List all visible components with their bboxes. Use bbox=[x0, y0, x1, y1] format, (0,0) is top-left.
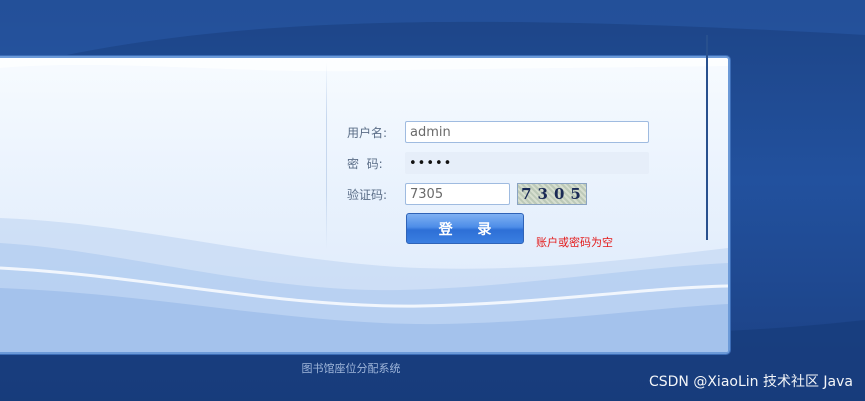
password-input[interactable]: ••••• bbox=[405, 152, 649, 174]
panel-divider-right bbox=[706, 35, 708, 240]
login-panel bbox=[0, 56, 730, 354]
captcha-image[interactable]: 7305 bbox=[517, 183, 587, 205]
captcha-label: 验证码: bbox=[347, 187, 388, 202]
captcha-input[interactable] bbox=[405, 183, 510, 205]
watermark-text: CSDN @XiaoLin 技术社区 Java bbox=[648, 374, 853, 390]
panel-wave-decoration bbox=[0, 58, 728, 352]
footer-system-name: 图书馆座位分配系统 bbox=[301, 362, 401, 375]
password-label: 密 码: bbox=[347, 156, 383, 171]
username-input[interactable] bbox=[405, 121, 649, 143]
error-message: 账户或密码为空 bbox=[536, 236, 613, 249]
username-row: 用户名: bbox=[347, 121, 649, 143]
login-button[interactable]: 登 录 bbox=[406, 213, 524, 244]
captcha-row: 验证码: 7305 bbox=[347, 183, 587, 205]
panel-divider-left bbox=[326, 62, 327, 250]
username-label: 用户名: bbox=[347, 125, 388, 140]
password-row: 密 码: ••••• bbox=[347, 152, 649, 174]
